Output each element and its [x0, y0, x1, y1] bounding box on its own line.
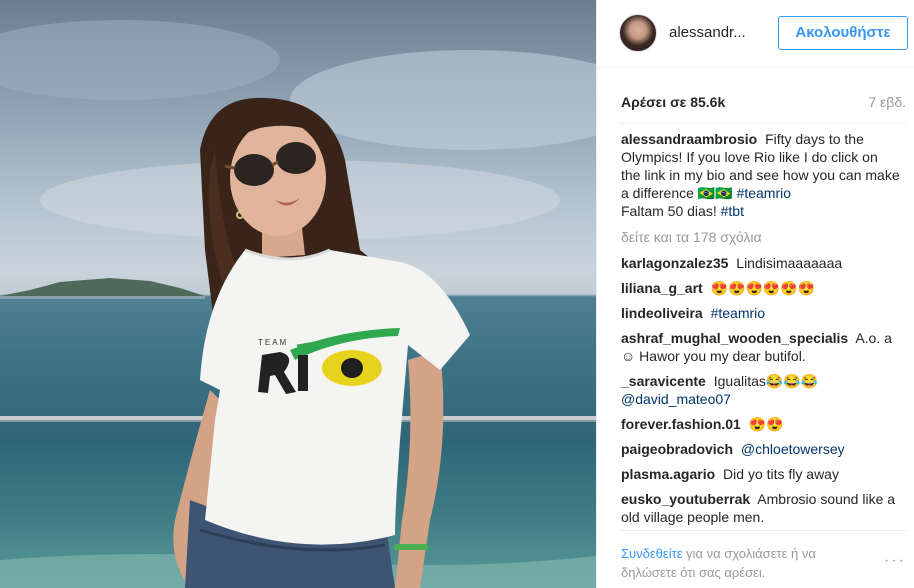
comment-text: Lindisimaaaaaaa	[736, 255, 843, 271]
divider	[619, 123, 907, 124]
username-link[interactable]: alessandr...	[669, 24, 746, 41]
comments-list: alessandraambrosio Fifty days to the Oly…	[621, 130, 901, 533]
comment-text: Did yo tits fly away	[723, 466, 839, 482]
login-prompt: Συνδεθείτε για να σχολιάσετε ή να δηλώσε…	[621, 544, 861, 582]
comment-item: karlagonzalez35 Lindisimaaaaaaa	[621, 254, 901, 272]
comment-text: Igualitas😂😂😂	[713, 373, 819, 389]
comment-item: plasma.agario Did yo tits fly away	[621, 465, 901, 483]
comment-item: paigeobradovich @chloetowersey	[621, 440, 901, 458]
mention-link[interactable]: @david_mateo07	[621, 391, 731, 407]
divider	[619, 530, 907, 531]
post-header: alessandr... Ακολουθήστε	[597, 0, 914, 68]
comment-item: eusko_youtuberrak Ambrosio sound like a …	[621, 490, 901, 526]
hashtag-link[interactable]: #tbt	[721, 203, 744, 219]
comment-username[interactable]: lindeoliveira	[621, 305, 703, 321]
comment-username[interactable]: karlagonzalez35	[621, 255, 728, 271]
view-all-comments-link[interactable]: δείτε και τα 178 σχόλια	[621, 228, 901, 246]
post-details-panel: alessandr... Ακολουθήστε Αρέσει σε 85.6k…	[596, 0, 914, 588]
comment-username[interactable]: plasma.agario	[621, 466, 715, 482]
comment-username[interactable]: liliana_g_art	[621, 280, 703, 296]
comment-username[interactable]: forever.fashion.01	[621, 416, 741, 432]
comment-username[interactable]: eusko_youtuberrak	[621, 491, 750, 507]
comment-text: 😍😍😍😍😍😍	[710, 280, 816, 296]
post-age[interactable]: 7 εβδ.	[868, 94, 906, 110]
hashtag-link[interactable]: #teamrio	[711, 305, 765, 321]
comment-text: 😍😍	[748, 416, 784, 432]
hashtag-link[interactable]: #teamrio	[737, 185, 791, 201]
follow-button[interactable]: Ακολουθήστε	[778, 16, 908, 50]
photo-illustration	[0, 20, 596, 588]
comment-item: lindeoliveira #teamrio	[621, 304, 901, 322]
comment-item: forever.fashion.01 😍😍	[621, 415, 901, 433]
caption-username[interactable]: alessandraambrosio	[621, 131, 757, 147]
caption: alessandraambrosio Fifty days to the Oly…	[621, 130, 901, 220]
comment-item: ashraf_mughal_wooden_specialis A.o. a ☺ …	[621, 329, 901, 365]
post-photo[interactable]: TEAM	[0, 0, 596, 588]
mention-link[interactable]: @chloetowersey	[741, 441, 845, 457]
comment-item: liliana_g_art 😍😍😍😍😍😍	[621, 279, 901, 297]
team-rio-print: TEAM	[258, 338, 289, 347]
avatar[interactable]	[619, 14, 657, 52]
comment-item: _saravicente Igualitas😂😂😂 @david_mateo07	[621, 372, 901, 408]
likes-count[interactable]: Αρέσει σε 85.6k	[621, 94, 725, 110]
comment-username[interactable]: ashraf_mughal_wooden_specialis	[621, 330, 848, 346]
comment-username[interactable]: _saravicente	[621, 373, 706, 389]
comment-username[interactable]: paigeobradovich	[621, 441, 733, 457]
caption-text-2: Faltam 50 dias!	[621, 203, 717, 219]
more-options-icon[interactable]: ···	[884, 552, 906, 570]
login-link[interactable]: Συνδεθείτε	[621, 546, 683, 561]
